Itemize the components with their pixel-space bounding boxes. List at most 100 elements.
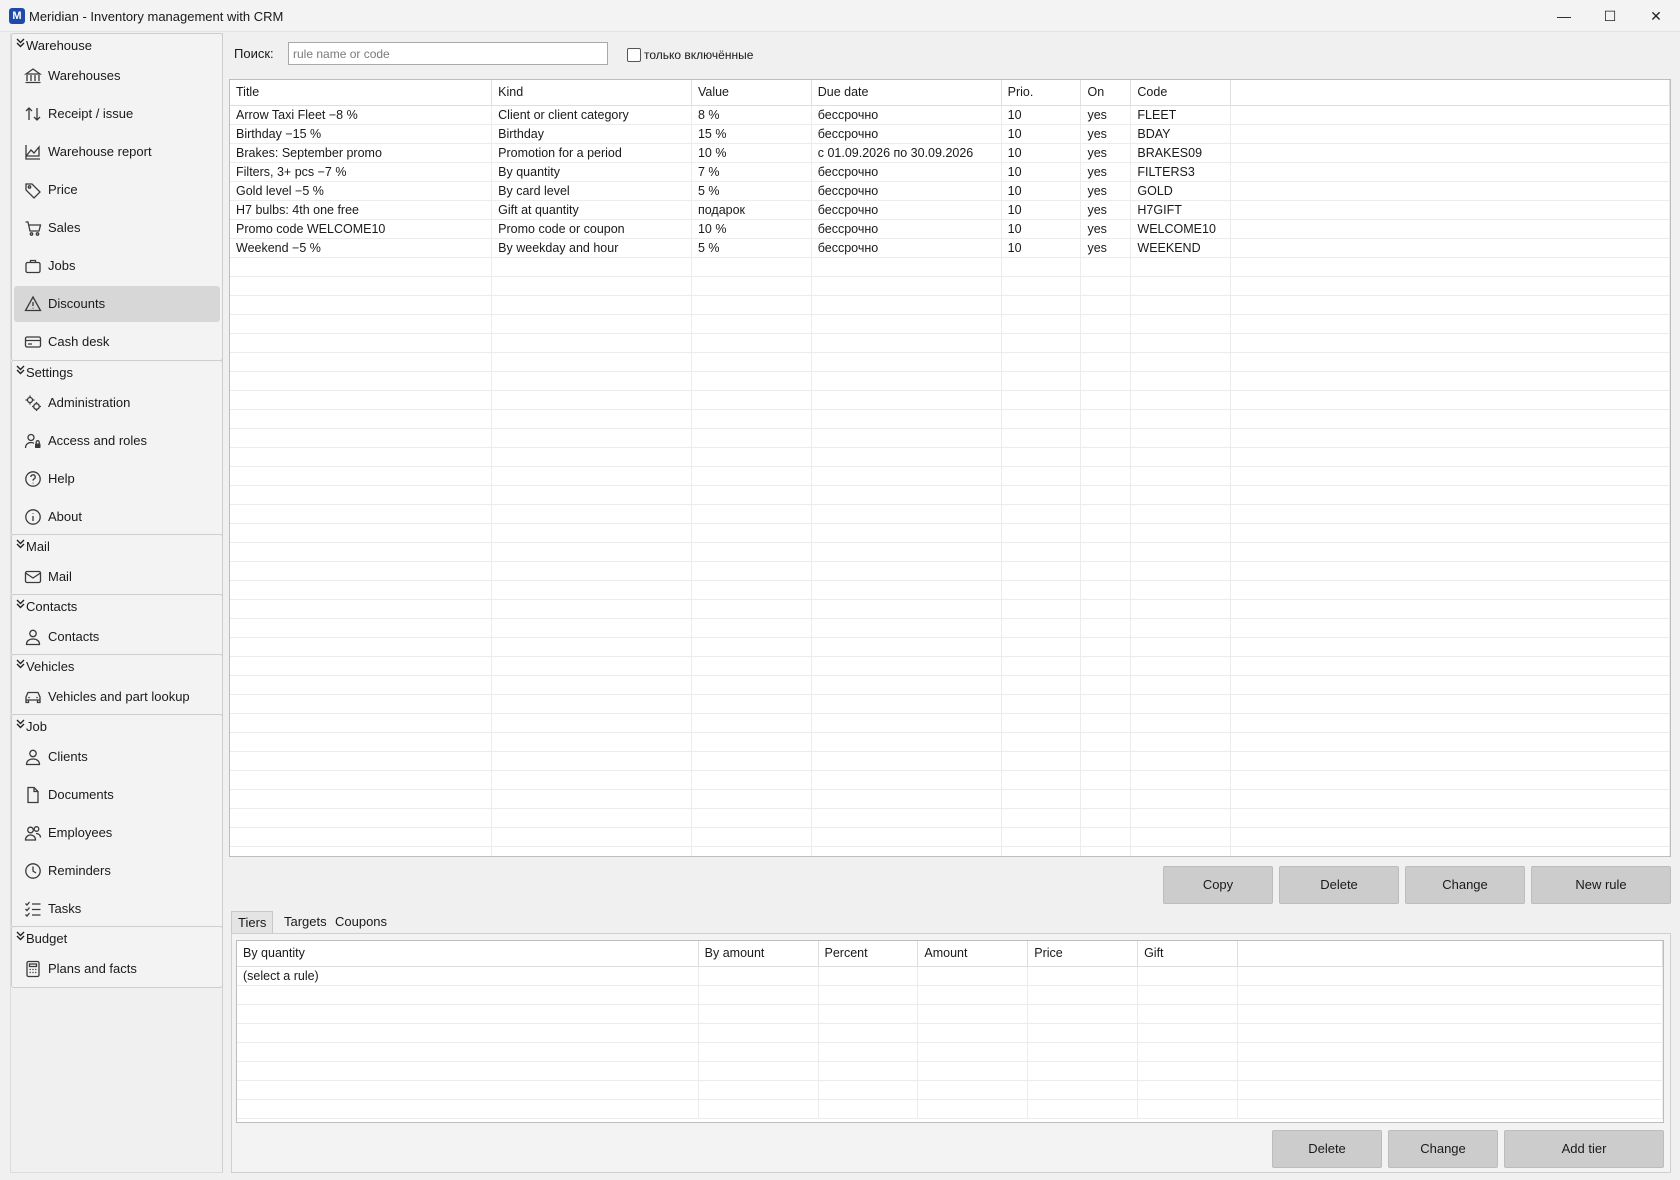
table-cell [811,846,1002,856]
sidebar-group-header[interactable]: Settings [16,363,73,383]
table-cell [1080,352,1132,372]
sidebar-item-reminders[interactable]: Reminders [14,853,220,889]
sidebar-item-contacts[interactable]: Contacts [14,619,220,655]
collapse-chevron-icon[interactable] [16,597,26,617]
sidebar-item-employees[interactable]: Employees [14,815,220,851]
change-rule-button[interactable]: Change [1405,866,1525,904]
window-title: Meridian - Inventory management with CRM [29,9,284,24]
column-header[interactable]: Price [1027,941,1139,967]
sidebar-item-discounts[interactable]: Discounts [14,286,220,322]
table-cell [1130,561,1232,581]
table-row[interactable]: Arrow Taxi Fleet −8 % Client or client ca… [230,105,1670,125]
delete-tier-button[interactable]: Delete [1272,1130,1382,1168]
table-cell: (select a rule) [237,966,699,986]
collapse-chevron-icon[interactable] [16,657,26,677]
search-input[interactable] [288,42,608,65]
copy-button[interactable]: Copy [1163,866,1273,904]
table-cell [237,985,699,1005]
sidebar-item-vehicles-and-part-lookup[interactable]: Vehicles and part lookup [14,679,220,715]
table-row[interactable]: H7 bulbs: 4th one free Gift at quantity по… [230,200,1670,220]
table-cell [691,295,812,315]
column-header[interactable]: Amount [917,941,1029,967]
table-row[interactable]: Weekend −5 % By weekday and hour 5 % бессро… [230,238,1670,258]
table-row[interactable]: Filters, 3+ pcs −7 % By quantity 7 % бессро… [230,162,1670,182]
sidebar-group-header[interactable]: Vehicles [16,657,74,677]
table-cell [1130,428,1232,448]
sidebar-item-administration[interactable]: Administration [14,385,220,421]
sidebar-item-documents[interactable]: Documents [14,777,220,813]
minimize-button[interactable]: — [1541,0,1587,32]
sidebar-item-cash-desk[interactable]: Cash desk [14,324,220,360]
table-cell [230,637,493,657]
column-header[interactable]: Code [1130,80,1232,106]
table-row[interactable]: Birthday −15 % Birthday 15 % бессрочно 10 yes… [230,124,1670,144]
close-button[interactable]: ✕ [1633,0,1679,32]
table-cell [691,751,812,771]
only-enabled-checkbox[interactable]: только включённые [627,46,753,62]
sidebar-item-mail[interactable]: Mail [14,559,220,595]
tab-coupons[interactable]: Coupons [329,911,393,933]
person-icon [24,748,42,766]
table-cell: 10 [1001,124,1082,144]
sidebar-item-tasks[interactable]: Tasks [14,891,220,927]
column-header[interactable]: On [1080,80,1132,106]
table-cell [1230,333,1670,353]
column-header[interactable]: Percent [818,941,919,967]
column-header[interactable]: Gift [1137,941,1238,967]
empty-row [230,694,1670,714]
table-cell [811,276,1002,296]
sidebar-group-header[interactable]: Mail [16,537,50,557]
new-rule-button[interactable]: New rule [1531,866,1671,904]
sidebar-item-clients[interactable]: Clients [14,739,220,775]
collapse-chevron-icon[interactable] [16,929,26,949]
table-cell [1001,409,1082,429]
sidebar-item-plans-and-facts[interactable]: Plans and facts [14,951,220,987]
maximize-button[interactable]: ☐ [1587,0,1633,32]
sidebar-item-access-and-roles[interactable]: Access and roles [14,423,220,459]
tab-targets[interactable]: Targets [278,911,333,933]
sidebar-item-price[interactable]: Price [14,172,220,208]
column-header[interactable]: Title [230,80,493,106]
column-header[interactable]: Value [691,80,812,106]
column-header[interactable]: Kind [491,80,692,106]
table-cell [1080,504,1132,524]
collapse-chevron-icon[interactable] [16,537,26,557]
sidebar-item-warehouses[interactable]: Warehouses [14,58,220,94]
table-cell [1130,770,1232,790]
column-header[interactable]: Due date [811,80,1002,106]
sidebar-group-header[interactable]: Budget [16,929,67,949]
sidebar-item-help[interactable]: Help [14,461,220,497]
delete-rule-button[interactable]: Delete [1279,866,1399,904]
table-cell [1130,447,1232,467]
column-header[interactable]: By quantity [237,941,699,967]
sidebar-item-warehouse-report[interactable]: Warehouse report [14,134,220,170]
checkbox-box[interactable] [627,47,641,62]
table-cell: 10 % [691,219,812,239]
add-tier-button[interactable]: Add tier [1504,1130,1664,1168]
table-cell [491,409,692,429]
column-header[interactable]: Prio. [1001,80,1082,106]
sidebar-item-label: Clients [48,749,88,764]
table-row[interactable]: Gold level −5 % By card level 5 % бессрочно… [230,181,1670,201]
sidebar-group-header[interactable]: Warehouse [16,36,92,56]
sidebar-item-receipt-issue[interactable]: Receipt / issue [14,96,220,132]
table-row[interactable]: Promo code WELCOME10 Promo code or coupon… [230,219,1670,239]
collapse-chevron-icon[interactable] [16,363,26,383]
table-cell [1237,985,1663,1005]
column-header[interactable]: By amount [698,941,819,967]
tab-tiers[interactable]: Tiers [231,911,274,933]
sidebar-item-sales[interactable]: Sales [14,210,220,246]
collapse-chevron-icon[interactable] [16,36,26,56]
collapse-chevron-icon[interactable] [16,717,26,737]
empty-row [230,827,1670,847]
sidebar-group-header[interactable]: Job [16,717,47,737]
sidebar-item-about[interactable]: About [14,499,220,535]
change-tier-button[interactable]: Change [1388,1130,1498,1168]
sidebar-item-jobs[interactable]: Jobs [14,248,220,284]
table-cell [1230,542,1670,562]
sidebar-group-job: Job Clients Documents Employees Reminders Tas… [11,714,223,928]
sidebar-group-header[interactable]: Contacts [16,597,77,617]
table-row[interactable]: (select a rule) [237,966,1663,986]
table-cell [1130,333,1232,353]
table-row[interactable]: Brakes: September promo Promotion for a p… [230,143,1670,163]
